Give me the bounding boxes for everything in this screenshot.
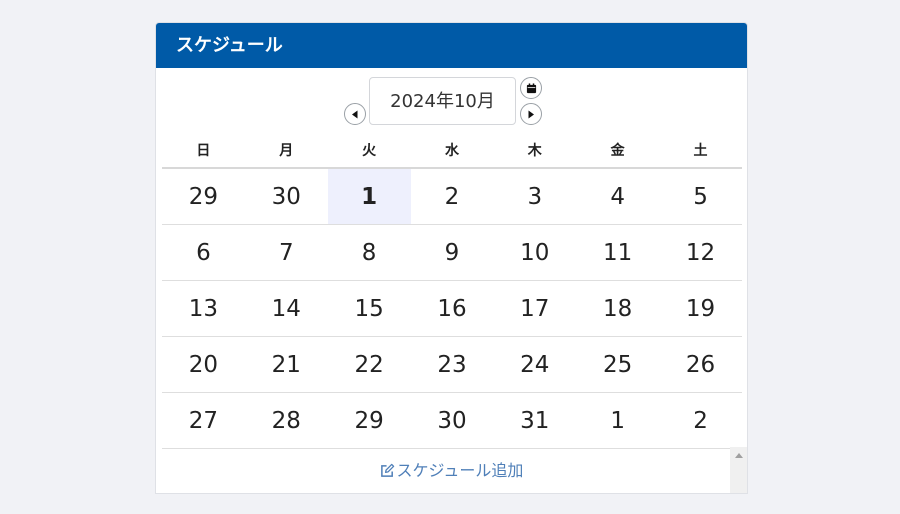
calendar-day-cell[interactable]: 31 — [493, 392, 577, 449]
calendar-day-cell-today[interactable]: 1 — [327, 168, 411, 225]
calendar-day-cell[interactable]: 26 — [659, 336, 742, 393]
edit-icon — [380, 463, 394, 477]
month-field[interactable]: 2024年10月 — [369, 77, 516, 125]
weekday-tue: 火 — [327, 133, 411, 169]
calendar-week-row: 20 21 22 23 24 25 26 — [162, 336, 742, 393]
month-navigation: 2024年10月 — [156, 68, 747, 128]
calendar-week-row: 6 7 8 9 10 11 12 — [162, 224, 742, 281]
scroll-up-icon[interactable] — [735, 453, 743, 458]
weekday-fri: 金 — [576, 133, 660, 169]
prev-month-button[interactable] — [344, 103, 366, 125]
triangle-left-icon — [352, 110, 358, 118]
calendar-week-row: 29 30 1 2 3 4 5 — [162, 168, 742, 225]
calendar-icon — [526, 82, 536, 93]
calendar-day-cell[interactable]: 13 — [162, 280, 245, 337]
calendar-day-cell[interactable]: 1 — [576, 392, 660, 449]
calendar-day-cell[interactable]: 5 — [659, 168, 742, 225]
calendar-day-cell[interactable]: 30 — [244, 168, 328, 225]
calendar-day-cell[interactable]: 3 — [493, 168, 577, 225]
calendar-day-cell[interactable]: 27 — [162, 392, 245, 449]
calendar-day-cell[interactable]: 17 — [493, 280, 577, 337]
weekday-header-row: 日 月 火 水 木 金 土 — [162, 133, 742, 169]
calendar-day-cell[interactable]: 2 — [659, 392, 742, 449]
calendar-day-cell[interactable]: 2 — [410, 168, 494, 225]
calendar-day-cell[interactable]: 29 — [327, 392, 411, 449]
weekday-sat: 土 — [659, 133, 742, 169]
add-schedule-link[interactable]: スケジュール追加 — [156, 457, 747, 481]
calendar-day-cell[interactable]: 14 — [244, 280, 328, 337]
weekday-wed: 水 — [410, 133, 494, 169]
calendar-day-cell[interactable]: 7 — [244, 224, 328, 281]
calendar-day-cell[interactable]: 28 — [244, 392, 328, 449]
vertical-scrollbar[interactable] — [730, 447, 747, 493]
weekday-sun: 日 — [162, 133, 245, 169]
calendar-day-cell[interactable]: 6 — [162, 224, 245, 281]
calendar-day-cell[interactable]: 19 — [659, 280, 742, 337]
calendar-week-row: 27 28 29 30 31 1 2 — [162, 392, 742, 449]
calendar-day-cell[interactable]: 24 — [493, 336, 577, 393]
calendar-day-cell[interactable]: 21 — [244, 336, 328, 393]
weekday-mon: 月 — [244, 133, 328, 169]
calendar-week-row: 13 14 15 16 17 18 19 — [162, 280, 742, 337]
widget-title: スケジュール — [156, 23, 747, 68]
next-month-button[interactable] — [520, 103, 542, 125]
weekday-thu: 木 — [493, 133, 577, 169]
calendar-day-cell[interactable]: 8 — [327, 224, 411, 281]
schedule-widget: スケジュール 2024年10月 日 月 火 水 木 金 土 29 30 1 2 … — [155, 22, 748, 494]
triangle-right-icon — [528, 110, 534, 118]
calendar-day-cell[interactable]: 11 — [576, 224, 660, 281]
calendar-day-cell[interactable]: 30 — [410, 392, 494, 449]
calendar-day-cell[interactable]: 25 — [576, 336, 660, 393]
calendar-day-cell[interactable]: 22 — [327, 336, 411, 393]
calendar-day-cell[interactable]: 4 — [576, 168, 660, 225]
add-schedule-label: スケジュール追加 — [396, 461, 524, 480]
calendar-picker-button[interactable] — [520, 77, 542, 99]
calendar-day-cell[interactable]: 9 — [410, 224, 494, 281]
calendar-day-cell[interactable]: 15 — [327, 280, 411, 337]
calendar-day-cell[interactable]: 10 — [493, 224, 577, 281]
calendar-day-cell[interactable]: 23 — [410, 336, 494, 393]
calendar-day-cell[interactable]: 20 — [162, 336, 245, 393]
calendar-day-cell[interactable]: 29 — [162, 168, 245, 225]
calendar-day-cell[interactable]: 18 — [576, 280, 660, 337]
calendar-day-cell[interactable]: 16 — [410, 280, 494, 337]
calendar-day-cell[interactable]: 12 — [659, 224, 742, 281]
calendar-grid: 日 月 火 水 木 金 土 29 30 1 2 3 4 5 6 7 8 9 10… — [162, 133, 742, 449]
